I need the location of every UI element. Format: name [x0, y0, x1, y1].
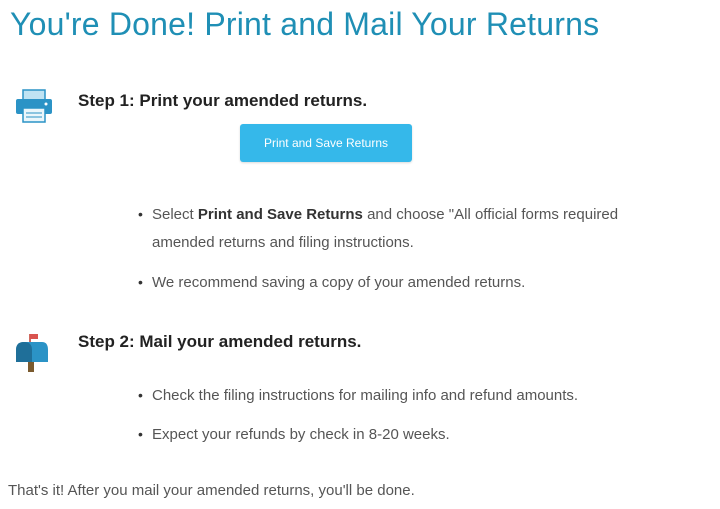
page: You're Done! Print and Mail Your Returns… — [0, 0, 720, 509]
step1-bullet-select-continuation: amended returns and filing instructions. — [152, 234, 414, 251]
print-and-save-returns-button[interactable]: Print and Save Returns — [240, 124, 412, 162]
step1-bullet-select: • Select Print and Save Returns and choos… — [138, 200, 618, 229]
bullet-dot: • — [138, 206, 143, 222]
bullet-dot: • — [138, 426, 143, 442]
step2-bullet-refund-timing: • Expect your refunds by check in 8-20 we… — [138, 420, 450, 449]
bullet-text: Expect your refunds by check in 8-20 wee… — [152, 426, 450, 443]
printer-icon — [14, 88, 54, 124]
footer-message: That's it! After you mail your amended r… — [8, 482, 415, 499]
page-title: You're Done! Print and Mail Your Returns — [10, 6, 600, 42]
mailbox-icon — [12, 332, 52, 374]
bullet-text: and choose "All official forms required — [362, 206, 619, 223]
bullet-dot: • — [138, 387, 143, 403]
bullet-text: Check the filing instructions for mailin… — [152, 387, 579, 404]
bullet-text: Select — [152, 206, 198, 223]
step1-bullet-save-copy: • We recommend saving a copy of your amen… — [138, 268, 525, 297]
step1-heading: Step 1: Print your amended returns. — [78, 91, 368, 110]
bullet-bold-text: Print and Save Returns — [197, 206, 363, 223]
step2-heading: Step 2: Mail your amended returns. — [78, 332, 362, 351]
step2-bullet-filing-instructions: • Check the filing instructions for maili… — [138, 381, 578, 410]
bullet-text: We recommend saving a copy of your amend… — [152, 274, 526, 291]
bullet-dot: • — [138, 274, 143, 290]
